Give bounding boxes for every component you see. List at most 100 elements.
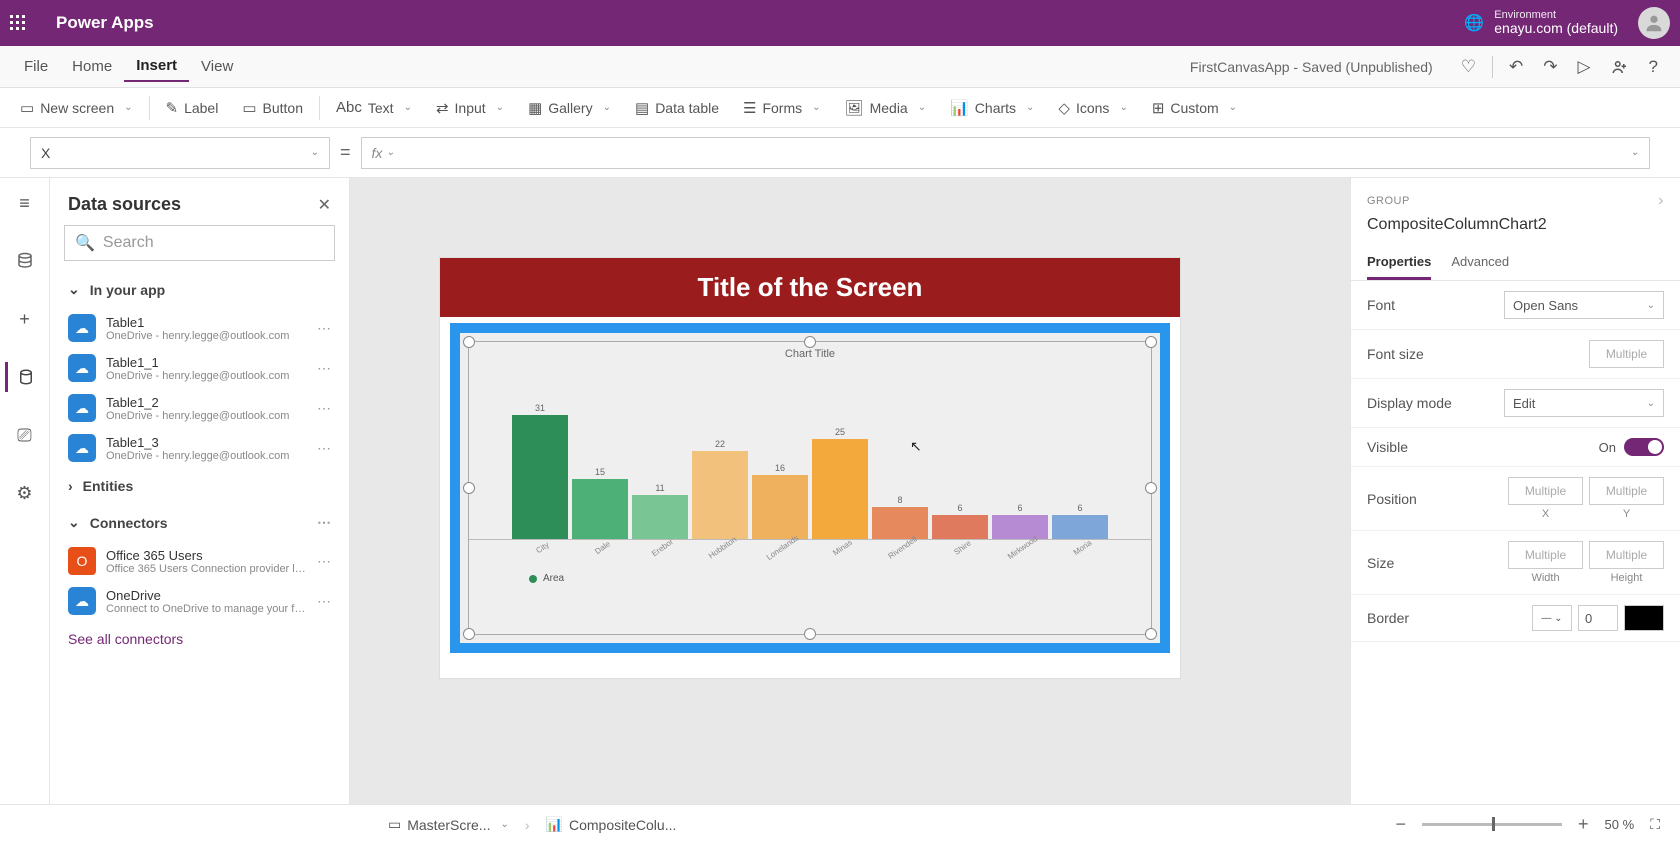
- resize-handle[interactable]: [463, 482, 475, 494]
- more-icon[interactable]: ⋯: [317, 400, 331, 417]
- border-style-select[interactable]: — ⌄: [1532, 605, 1572, 631]
- chevron-down-icon: ⌄: [812, 102, 820, 113]
- property-selector[interactable]: X ⌄: [30, 137, 330, 169]
- data-icon[interactable]: [5, 362, 45, 392]
- zoom-out-button[interactable]: −: [1388, 812, 1415, 837]
- more-icon[interactable]: ⋯: [317, 553, 331, 570]
- fit-to-screen-icon[interactable]: ⛶: [1642, 812, 1668, 837]
- position-y-input[interactable]: Multiple: [1589, 477, 1664, 505]
- chevron-down-icon[interactable]: ⌄: [1631, 147, 1639, 158]
- close-icon[interactable]: ✕: [318, 195, 331, 215]
- formula-input[interactable]: fx ⌄ ⌄: [361, 137, 1650, 169]
- zoom-slider[interactable]: [1422, 823, 1562, 826]
- tree-view-icon[interactable]: ≡: [5, 188, 45, 218]
- entities-header[interactable]: › Entities: [50, 468, 349, 504]
- border-width-input[interactable]: 0: [1578, 605, 1618, 631]
- section-label: Entities: [83, 478, 134, 494]
- resize-handle[interactable]: [804, 628, 816, 640]
- displaymode-select[interactable]: Edit ⌄: [1504, 389, 1664, 417]
- custom-button[interactable]: ⊞ Custom ⌄: [1140, 95, 1249, 121]
- position-label: Position: [1367, 491, 1417, 507]
- media-button[interactable]: 🖼 Media ⌄: [833, 95, 939, 121]
- charts-button[interactable]: 📊 Charts ⌄: [938, 95, 1046, 121]
- more-icon[interactable]: ⋯: [317, 320, 331, 337]
- chart-labels: CityDaleEreborHobbitonLonelandsMinasRive…: [469, 540, 1151, 553]
- menu-file[interactable]: File: [12, 52, 60, 81]
- bar-value: 25: [835, 427, 845, 437]
- chevron-right-icon[interactable]: ›: [1658, 192, 1664, 210]
- advanced-tools-icon[interactable]: ⚙: [5, 478, 45, 508]
- datasource-item[interactable]: ☁Table1_1OneDrive - henry.legge@outlook.…: [50, 348, 349, 388]
- zoom-in-button[interactable]: +: [1570, 812, 1597, 837]
- in-your-app-header[interactable]: ⌄ In your app: [50, 271, 349, 308]
- datatable-button[interactable]: ▤ Data table: [623, 95, 731, 121]
- border-color-picker[interactable]: [1624, 605, 1664, 631]
- share-icon[interactable]: [1601, 54, 1639, 80]
- label-icon: ✎: [166, 99, 179, 117]
- resize-handle[interactable]: [1145, 482, 1157, 494]
- see-all-connectors-link[interactable]: See all connectors: [50, 621, 349, 657]
- datasource-item[interactable]: ☁Table1_2OneDrive - henry.legge@outlook.…: [50, 388, 349, 428]
- environment-picker[interactable]: 🌐 Environment enayu.com (default): [1464, 9, 1618, 36]
- menu-insert[interactable]: Insert: [124, 51, 189, 82]
- resize-handle[interactable]: [804, 336, 816, 348]
- chart-inner: Chart Title 3115112216258666 CityDaleEre…: [468, 341, 1152, 635]
- input-button[interactable]: ⇄ Input ⌄: [424, 95, 516, 121]
- app-launcher-icon[interactable]: [10, 15, 50, 31]
- cloud-icon: ☁: [68, 394, 96, 422]
- width-input[interactable]: Multiple: [1508, 541, 1583, 569]
- button-button[interactable]: ▭ Button: [230, 95, 315, 121]
- chart-bars: 3115112216258666: [469, 380, 1151, 540]
- charts-button-label: Charts: [975, 100, 1016, 116]
- connectors-header[interactable]: ⌄ Connectors ⋯: [50, 504, 349, 541]
- app-checker-icon[interactable]: ♡: [1451, 53, 1486, 81]
- height-input[interactable]: Multiple: [1589, 541, 1664, 569]
- button-button-label: Button: [263, 100, 303, 116]
- menu-home[interactable]: Home: [60, 52, 124, 81]
- tab-advanced[interactable]: Advanced: [1451, 246, 1509, 280]
- resize-handle[interactable]: [1145, 628, 1157, 640]
- more-icon[interactable]: ⋯: [317, 593, 331, 610]
- datasource-item[interactable]: ☁Table1OneDrive - henry.legge@outlook.co…: [50, 308, 349, 348]
- canvas-area[interactable]: Title of the Screen Chart Title 31151122…: [350, 178, 1350, 804]
- connector-item[interactable]: OOffice 365 UsersOffice 365 Users Connec…: [50, 541, 349, 581]
- icons-button[interactable]: ◇ Icons ⌄: [1046, 95, 1139, 121]
- crumb-separator: ›: [525, 817, 530, 833]
- forms-button[interactable]: ☰ Forms ⌄: [731, 95, 833, 121]
- crumb2-label: CompositeColu...: [569, 817, 676, 833]
- resize-handle[interactable]: [463, 628, 475, 640]
- more-icon[interactable]: ⋯: [317, 360, 331, 377]
- media-rail-icon[interactable]: ⎚: [5, 420, 45, 450]
- breadcrumb-control[interactable]: 📊 CompositeColu...: [538, 812, 685, 837]
- more-icon[interactable]: ⋯: [317, 440, 331, 457]
- fontsize-input[interactable]: Multiple: [1589, 340, 1664, 368]
- tab-properties[interactable]: Properties: [1367, 246, 1431, 280]
- undo-icon[interactable]: ↶: [1499, 53, 1533, 81]
- resize-handle[interactable]: [1145, 336, 1157, 348]
- datatable-button-label: Data table: [655, 100, 719, 116]
- datasource-item[interactable]: ☁Table1_3OneDrive - henry.legge@outlook.…: [50, 428, 349, 468]
- menu-view[interactable]: View: [189, 52, 245, 81]
- gallery-button[interactable]: ▦ Gallery ⌄: [516, 95, 623, 121]
- more-icon[interactable]: ⋯: [317, 514, 331, 531]
- add-icon[interactable]: +: [5, 304, 45, 334]
- position-x-input[interactable]: Multiple: [1508, 477, 1583, 505]
- connector-item[interactable]: ☁OneDriveConnect to OneDrive to manage y…: [50, 581, 349, 621]
- play-icon[interactable]: ▷: [1567, 53, 1600, 81]
- icons-button-label: Icons: [1076, 100, 1109, 116]
- toggle-on-label: On: [1599, 440, 1616, 455]
- database-icon[interactable]: [5, 246, 45, 276]
- visible-toggle[interactable]: [1624, 438, 1664, 456]
- new-screen-button[interactable]: ▭ New screen ⌄: [8, 95, 145, 121]
- custom-button-label: Custom: [1170, 100, 1218, 116]
- breadcrumb-screen[interactable]: ▭ MasterScre... ⌄: [380, 812, 517, 837]
- label-button[interactable]: ✎ Label: [154, 95, 231, 121]
- search-input[interactable]: 🔍 Search: [64, 225, 335, 261]
- redo-icon[interactable]: ↷: [1533, 53, 1567, 81]
- text-button[interactable]: Abc Text ⌄: [324, 95, 424, 120]
- font-select[interactable]: Open Sans ⌄: [1504, 291, 1664, 319]
- help-icon[interactable]: ?: [1639, 53, 1668, 81]
- chart-selection[interactable]: Chart Title 3115112216258666 CityDaleEre…: [450, 323, 1170, 653]
- resize-handle[interactable]: [463, 336, 475, 348]
- user-avatar[interactable]: [1638, 7, 1670, 39]
